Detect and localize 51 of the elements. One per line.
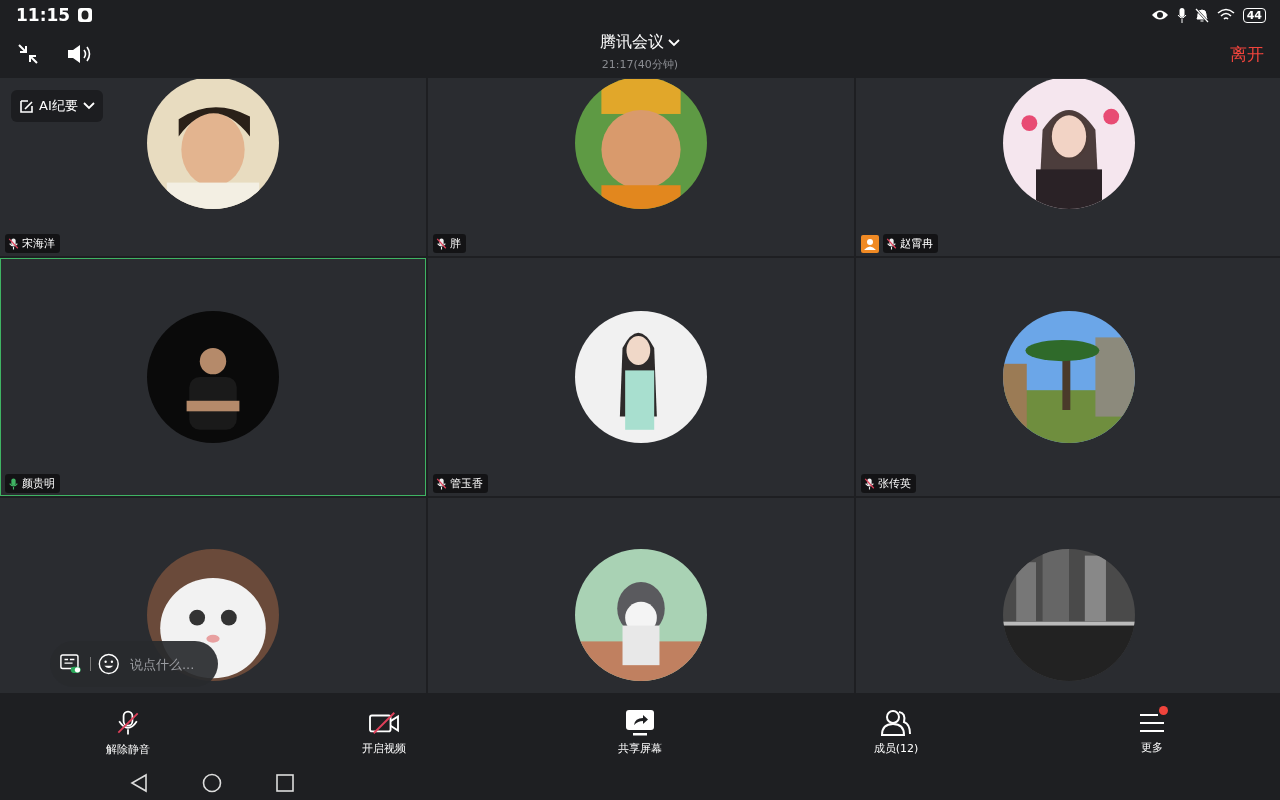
muted-mic-icon: [864, 477, 875, 490]
battery-level: 44: [1242, 7, 1266, 23]
muted-mic-icon: [436, 477, 447, 490]
notification-dot: [1159, 706, 1168, 715]
status-time: 11:15: [16, 5, 71, 25]
chevron-down-icon[interactable]: [668, 38, 680, 47]
participant-name: 张传英: [861, 474, 916, 493]
app-notification-icon: [78, 8, 93, 22]
participant-name: 管玉香: [433, 474, 488, 493]
video-tile[interactable]: 张传英: [856, 258, 1280, 496]
video-tile[interactable]: 管玉香: [428, 258, 854, 496]
participant-name: 胖: [433, 234, 466, 253]
chat-input[interactable]: 说点什么...: [128, 655, 208, 673]
muted-bell-icon: [1194, 7, 1209, 23]
eye-icon: [1150, 9, 1169, 21]
video-tile[interactable]: 胖: [428, 78, 854, 256]
participant-name: 宋海洋: [5, 234, 60, 253]
leave-button[interactable]: 离开: [1230, 42, 1264, 66]
video-tile[interactable]: [856, 498, 1280, 693]
video-tile[interactable]: 颜贵明: [0, 258, 426, 496]
speaker-icon[interactable]: [66, 43, 92, 65]
share-screen-icon: [625, 709, 655, 737]
wifi-icon: [1216, 8, 1235, 22]
edit-icon: [19, 98, 34, 114]
muted-mic-icon: [8, 237, 19, 250]
meeting-duration: 21:17(40分钟): [601, 57, 679, 72]
emoji-icon[interactable]: [98, 652, 120, 676]
participant-name: 赵霄冉: [883, 234, 938, 253]
minimize-icon[interactable]: [16, 42, 40, 66]
caption-icon[interactable]: [60, 653, 82, 675]
recents-icon[interactable]: [276, 773, 294, 792]
people-icon: [879, 709, 913, 737]
camera-off-icon: [367, 709, 401, 737]
meeting-title[interactable]: 腾讯会议: [600, 32, 680, 53]
back-icon[interactable]: [130, 772, 148, 793]
mic-icon: [8, 477, 19, 490]
toolbar-button[interactable]: 开启视频: [256, 695, 512, 765]
mic-icon: [1176, 7, 1187, 23]
video-tile[interactable]: [0, 498, 426, 693]
toolbar-button[interactable]: 更多: [1024, 695, 1280, 765]
ai-summary-button[interactable]: AI纪要: [11, 90, 103, 122]
toolbar-button[interactable]: 解除静音: [0, 695, 256, 765]
muted-mic-icon: [886, 237, 897, 250]
toolbar-button[interactable]: 共享屏幕: [512, 695, 768, 765]
participant-name: 颜贵明: [5, 474, 60, 493]
video-tile[interactable]: 赵霄冉: [856, 78, 1280, 256]
home-icon[interactable]: [202, 772, 222, 793]
toolbar-button[interactable]: 成员(12): [768, 695, 1024, 765]
chevron-down-icon: [82, 102, 95, 110]
video-tile[interactable]: [428, 498, 854, 693]
muted-mic-icon: [436, 237, 447, 250]
